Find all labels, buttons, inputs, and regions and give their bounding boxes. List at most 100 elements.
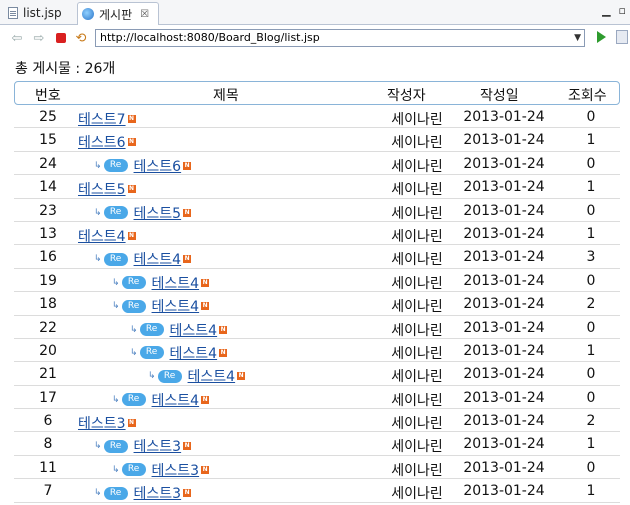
- post-writer: 세이나린: [391, 345, 443, 362]
- reply-arrow-icon: ↳: [94, 441, 101, 452]
- reply-badge: Re: [103, 159, 128, 173]
- minimize-icon[interactable]: ▁: [602, 4, 610, 17]
- back-arrow-icon[interactable]: ⇦: [10, 31, 24, 46]
- post-title-link[interactable]: 테스트4: [134, 249, 182, 269]
- board-table: 번호 제목 작성자 작성일 조회수 25 테스트7 N 세이나린 2013-01-24 0…: [14, 81, 620, 503]
- post-number: 13: [39, 225, 57, 242]
- reply-arrow-icon: ↳: [112, 394, 119, 405]
- reply-badge: Re: [139, 346, 164, 360]
- url-input[interactable]: http://localhost:8080/Board_Blog/list.js…: [95, 29, 585, 47]
- post-title-link[interactable]: 테스트4: [188, 366, 236, 386]
- post-date: 2013-01-24: [463, 132, 545, 149]
- url-text: http://localhost:8080/Board_Blog/list.js…: [100, 31, 320, 44]
- post-title: 테스트5 N: [78, 179, 136, 199]
- post-number: 25: [39, 109, 57, 125]
- post-title: ↳ Re 테스트5 N: [94, 203, 192, 223]
- post-writer: 세이나린: [391, 299, 443, 316]
- reply-arrow-icon: ↳: [94, 207, 101, 218]
- post-views: 0: [586, 459, 596, 476]
- header-num: 번호: [35, 88, 61, 104]
- maximize-icon[interactable]: ▫: [619, 4, 626, 17]
- globe-icon: [82, 8, 94, 20]
- post-title: ↳ Re 테스트4 N: [112, 273, 210, 293]
- tab-label: 게시판: [99, 7, 133, 22]
- post-title-link[interactable]: 테스트4: [152, 273, 200, 293]
- post-title-link[interactable]: 테스트3: [134, 436, 182, 456]
- post-title: 테스트3 N: [78, 413, 136, 433]
- new-badge: N: [127, 419, 136, 428]
- tab-board[interactable]: 게시판 ☒: [77, 2, 159, 25]
- post-title: ↳ Re 테스트4 N: [130, 343, 228, 363]
- post-date: 2013-01-24: [463, 296, 545, 313]
- tab-list-jsp[interactable]: list.jsp: [4, 2, 78, 23]
- post-writer: 세이나린: [391, 228, 443, 245]
- post-title-link[interactable]: 테스트4: [152, 296, 200, 316]
- tab-bar: list.jsp 게시판 ☒ ▁ ▫: [0, 0, 630, 25]
- post-title: ↳ Re 테스트4 N: [112, 390, 210, 410]
- new-badge: N: [183, 161, 192, 170]
- reply-badge: Re: [121, 299, 146, 313]
- post-title-link[interactable]: 테스트3: [152, 460, 200, 480]
- post-writer: 세이나린: [391, 416, 443, 433]
- post-title-link[interactable]: 테스트6: [78, 132, 126, 152]
- post-title-link[interactable]: 테스트4: [170, 320, 218, 340]
- new-badge: N: [183, 255, 192, 264]
- new-badge: N: [183, 442, 192, 451]
- post-writer: 세이나린: [391, 439, 443, 456]
- post-views: 0: [586, 389, 596, 406]
- new-badge: N: [127, 115, 136, 123]
- post-number: 20: [39, 342, 57, 359]
- new-badge: N: [183, 208, 192, 217]
- post-writer: 세이나린: [391, 112, 443, 128]
- post-number: 6: [43, 413, 53, 430]
- new-badge: N: [237, 372, 246, 381]
- reply-badge: Re: [157, 369, 182, 383]
- menu-icon[interactable]: [616, 30, 628, 44]
- post-title-link[interactable]: 테스트5: [78, 179, 126, 199]
- post-number: 23: [39, 202, 57, 219]
- go-icon[interactable]: [597, 31, 606, 43]
- post-views: 1: [586, 225, 596, 242]
- post-title: 테스트7 N: [78, 109, 136, 129]
- post-writer: 세이나린: [391, 486, 443, 503]
- post-title-link[interactable]: 테스트4: [170, 343, 218, 363]
- post-number: 21: [39, 366, 57, 383]
- post-title-link[interactable]: 테스트3: [78, 413, 126, 433]
- table-row: 6 테스트3 N 세이나린 2013-01-24 2: [14, 409, 620, 433]
- reply-badge: Re: [121, 276, 146, 290]
- post-title-link[interactable]: 테스트4: [78, 226, 126, 246]
- post-title-link[interactable]: 테스트3: [134, 483, 182, 503]
- reply-arrow-icon: ↳: [94, 254, 101, 265]
- table-row: 16 ↳ Re 테스트4 N 세이나린 2013-01-24 3: [14, 245, 620, 269]
- post-title: 테스트4 N: [78, 226, 136, 246]
- refresh-icon[interactable]: ⟲: [74, 31, 88, 46]
- post-title-link[interactable]: 테스트7: [78, 109, 126, 129]
- close-icon[interactable]: ☒: [140, 9, 149, 20]
- post-views: 0: [586, 319, 596, 336]
- reply-arrow-icon: ↳: [94, 160, 101, 171]
- table-row: 7 ↳ Re 테스트3 N 세이나린 2013-01-24 1: [14, 479, 620, 503]
- chevron-down-icon[interactable]: ▼: [574, 30, 581, 46]
- post-number: 18: [39, 296, 57, 313]
- new-badge: N: [201, 302, 210, 311]
- post-views: 1: [586, 436, 596, 453]
- post-number: 11: [39, 459, 57, 476]
- post-writer: 세이나린: [391, 462, 443, 479]
- post-views: 1: [586, 132, 596, 149]
- stop-icon[interactable]: [54, 31, 68, 45]
- header-writer: 작성자: [387, 88, 426, 104]
- reply-arrow-icon: ↳: [112, 464, 119, 475]
- new-badge: N: [127, 138, 136, 147]
- file-icon: [8, 6, 18, 19]
- post-date: 2013-01-24: [463, 483, 545, 500]
- post-number: 22: [39, 319, 57, 336]
- post-title-link[interactable]: 테스트4: [152, 390, 200, 410]
- post-title: ↳ Re 테스트3 N: [94, 483, 192, 503]
- post-number: 7: [43, 483, 53, 500]
- post-title: ↳ Re 테스트4 N: [112, 296, 210, 316]
- reply-badge: Re: [103, 206, 128, 220]
- post-title-link[interactable]: 테스트5: [134, 203, 182, 223]
- post-title-link[interactable]: 테스트6: [134, 156, 182, 176]
- table-body: 25 테스트7 N 세이나린 2013-01-24 0 15 테스트6 N 세이나린 2013-01…: [14, 105, 620, 503]
- forward-arrow-icon[interactable]: ⇨: [32, 31, 46, 46]
